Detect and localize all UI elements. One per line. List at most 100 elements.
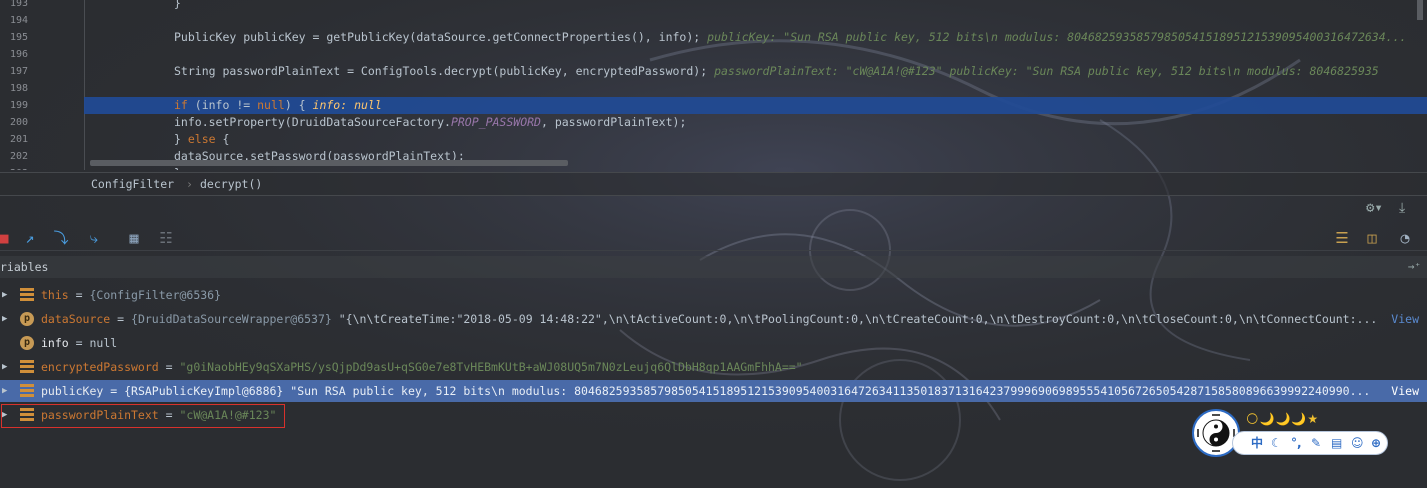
step-into-icon[interactable]: ⤵ <box>51 228 71 248</box>
expand-arrow-icon[interactable]: ▶ <box>2 308 7 330</box>
variable-value: "g0iNaobHEy9qSXaPHS/ysQjpDd9asU+qSG0e7e8… <box>179 360 803 374</box>
code-text: ) { <box>284 98 306 112</box>
horizontal-scrollbar[interactable] <box>90 160 568 166</box>
ime-status-bar: 中 ☾ °, ✎ ▤ ☺ ⊕ <box>1232 431 1388 455</box>
keyword: else <box>187 132 216 146</box>
gear-icon[interactable]: ⚙▾ <box>1366 200 1383 216</box>
equals-sign: = <box>110 312 132 326</box>
variable-row-datasource[interactable]: ▶ p dataSource = {DruidDataSourceWrapper… <box>0 308 1427 330</box>
expand-arrow-icon[interactable]: ▶ <box>2 284 7 306</box>
variable-value: "{\n\tCreateTime:"2018-05-09 14:48:22",\… <box>331 312 1378 326</box>
layout-settings-icon[interactable]: ☰ <box>1332 228 1352 248</box>
memory-view-icon[interactable]: ◫ <box>1362 228 1382 248</box>
variable-text: publicKey = {RSAPublicKeyImpl@6886} "Sun… <box>41 380 1370 402</box>
variable-text: encryptedPassword = "g0iNaobHEy9qSXaPHS/… <box>41 356 803 378</box>
equals-sign: = <box>158 360 180 374</box>
variable-text: dataSource = {DruidDataSourceWrapper@653… <box>41 308 1377 330</box>
inline-debug-value: passwordPlainText: "cW@A1A!@#123" public… <box>714 64 1379 78</box>
code-text: { <box>215 132 230 146</box>
ime-language-toggle[interactable]: 中 <box>1251 435 1263 451</box>
equals-sign: = <box>68 288 90 302</box>
debug-toolbar: ■ ↗ ⤵ ⤷ ▦ ☷ ☰ ◫ ◔ <box>0 226 1427 251</box>
variable-type: {ConfigFilter@6536} <box>89 288 222 302</box>
equals-sign: = <box>68 336 90 350</box>
code-text: } <box>174 132 188 146</box>
line-number: 197 <box>9 66 28 77</box>
ime-clipboard-icon[interactable]: ▤ <box>1331 435 1342 451</box>
variable-row-info[interactable]: p info = null <box>0 332 1427 354</box>
annotation-highlight-box <box>1 404 285 428</box>
ime-logo[interactable] <box>1192 409 1240 457</box>
variables-panel-title: riables →⁺ <box>0 256 1427 278</box>
code-text: String passwordPlainText = ConfigTools.d… <box>174 64 708 78</box>
debug-panel-header <box>0 196 1427 220</box>
variable-row-this[interactable]: ▶ this = {ConfigFilter@6536} <box>0 284 1427 306</box>
pin-icon[interactable]: →⁺ <box>1408 256 1421 278</box>
variable-row-public-key[interactable]: ▶ publicKey = {RSAPublicKeyImpl@6886} "S… <box>0 380 1427 402</box>
code-text: } <box>174 0 181 10</box>
view-link[interactable]: View <box>1391 308 1419 330</box>
evaluate-expression-icon[interactable]: ▦ <box>124 228 144 248</box>
code-line[interactable]: String passwordPlainText = ConfigTools.d… <box>84 63 1427 80</box>
variable-text: info = null <box>41 332 117 354</box>
variable-value: null <box>89 336 118 350</box>
code-text: info.setProperty(DruidDataSourceFactory. <box>174 115 451 129</box>
ime-moon-icon[interactable]: ☾ <box>1271 435 1282 451</box>
line-number: 194 <box>9 15 28 26</box>
equals-sign: = <box>103 384 125 398</box>
breadcrumb-item-method[interactable]: decrypt() <box>200 173 262 195</box>
keyword: null <box>257 98 285 112</box>
breadcrumb-item-class[interactable]: ConfigFilter <box>91 173 174 195</box>
line-number-gutter[interactable]: 193 194 195 196 197 198 199 200 201 202 … <box>0 0 85 170</box>
ime-level-indicator: 🌕🌙🌙🌙★ <box>1246 412 1320 426</box>
panel-title: riables <box>0 260 49 274</box>
breadcrumb-separator: › <box>186 177 193 191</box>
yin-yang-icon <box>1197 414 1235 452</box>
code-line[interactable]: PublicKey publicKey = getPublicKey(dataS… <box>84 29 1427 46</box>
constant: PROP_PASSWORD <box>450 115 541 129</box>
line-number: 201 <box>9 134 28 145</box>
ime-emoji-icon[interactable]: ☺ <box>1351 435 1364 451</box>
variable-value: "Sun RSA public key, 512 bits\n modulus:… <box>283 384 1371 398</box>
code-text: , passwordPlainText); <box>540 115 687 129</box>
field-icon <box>20 288 34 302</box>
variable-name: this <box>41 288 69 302</box>
variable-name: info <box>41 336 69 350</box>
inline-debug-value: info: null <box>312 98 382 112</box>
force-step-into-icon[interactable]: ⤷ <box>84 228 104 248</box>
ime-lock-icon[interactable]: ⊕ <box>1371 435 1381 451</box>
stop-icon[interactable]: ■ <box>0 228 14 248</box>
code-line[interactable]: } else { <box>84 131 1427 148</box>
parameter-icon: p <box>20 312 34 326</box>
inline-debug-value: publicKey: "Sun RSA public key, 512 bits… <box>707 30 1407 44</box>
code-text: } <box>174 166 181 170</box>
expand-arrow-icon[interactable]: ▶ <box>2 380 7 402</box>
line-number: 199 <box>9 100 28 111</box>
current-execution-line[interactable]: if (info != null) { info: null <box>84 97 1427 114</box>
variable-row-encrypted-password[interactable]: ▶ encryptedPassword = "g0iNaobHEy9qSXaPH… <box>0 356 1427 378</box>
code-text: (info != <box>187 98 258 112</box>
code-editor[interactable]: 193 194 195 196 197 198 199 200 201 202 … <box>0 0 1427 170</box>
ime-toolbar[interactable]: 🌕🌙🌙🌙★ 中 ☾ °, ✎ ▤ ☺ ⊕ <box>1192 409 1397 461</box>
code-line[interactable]: } <box>84 0 1427 12</box>
performance-gauge-icon[interactable]: ◔ <box>1395 228 1415 248</box>
view-link[interactable]: View <box>1391 380 1419 402</box>
step-over-icon[interactable]: ↗ <box>20 228 40 248</box>
trace-stream-icon[interactable]: ☷ <box>156 228 176 248</box>
ime-tools-icon[interactable]: ✎ <box>1311 435 1321 451</box>
expand-arrow-icon[interactable]: ▶ <box>2 356 7 378</box>
variable-type: {DruidDataSourceWrapper@6537} <box>131 312 332 326</box>
hide-panel-icon[interactable]: ⤓ <box>1399 200 1405 216</box>
variable-text: this = {ConfigFilter@6536} <box>41 284 221 306</box>
line-number: 195 <box>9 32 28 43</box>
variable-type: {RSAPublicKeyImpl@6886} <box>124 384 284 398</box>
variable-name: publicKey <box>41 384 104 398</box>
variable-name: encryptedPassword <box>41 360 159 374</box>
ime-punctuation-icon[interactable]: °, <box>1291 435 1302 451</box>
vertical-scrollbar[interactable] <box>1417 0 1423 20</box>
breadcrumb: ConfigFilter › decrypt() <box>0 172 1427 196</box>
code-line[interactable]: info.setProperty(DruidDataSourceFactory.… <box>84 114 1427 131</box>
parameter-icon: p <box>20 336 34 350</box>
variable-name: dataSource <box>41 312 111 326</box>
line-number: 200 <box>9 117 28 128</box>
